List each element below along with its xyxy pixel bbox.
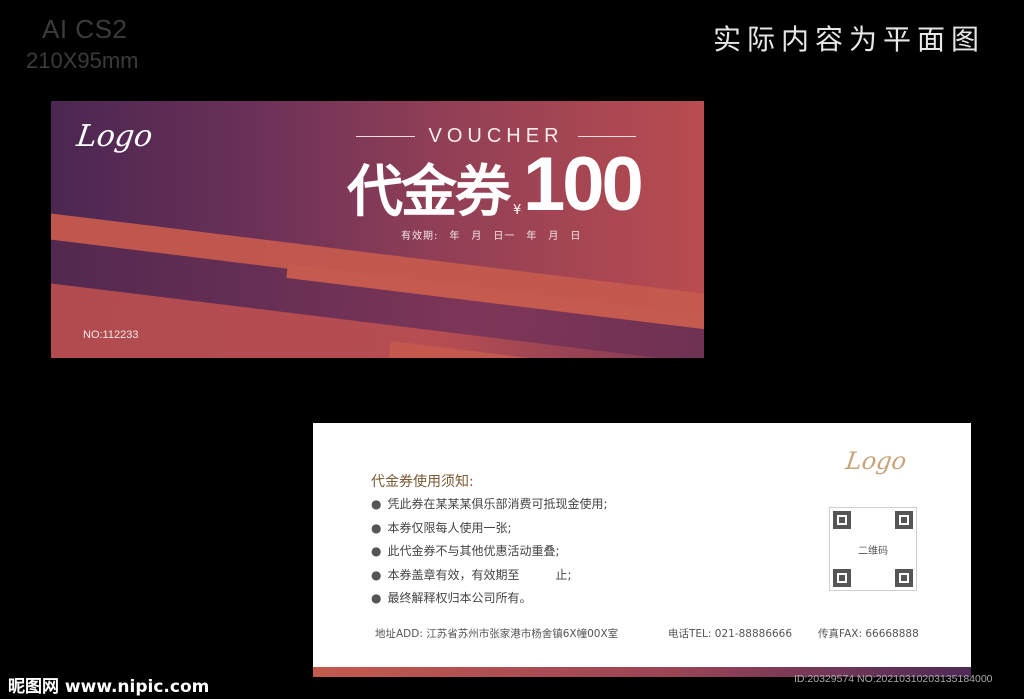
size-label: 210X95mm <box>26 48 139 73</box>
flat-design-note: 实际内容为平面图 <box>713 23 986 56</box>
qr-finder-icon <box>833 569 851 587</box>
qr-finder-icon <box>895 511 913 529</box>
watermark-id: ID:20329574 NO:20210310203135184000 <box>794 673 993 685</box>
phone: 电话TEL: 021-88886666 <box>668 628 793 640</box>
qr-finder-icon <box>895 569 913 587</box>
list-item: ● 本券盖章有效，有效期至 止; <box>371 564 608 588</box>
voucher-title: 代金券 <box>347 160 511 225</box>
voucher-front: Logo VOUCHER 代金券 ¥ 100 有效期: 年 月 日一 年 月 日… <box>51 101 704 358</box>
rule-text: 最终解释权归本公司所有。 <box>387 591 532 605</box>
validity-period: 有效期: 年 月 日一 年 月 日 <box>401 231 582 242</box>
back-logo: Logo <box>844 447 909 475</box>
bullet-icon: ● <box>371 497 382 511</box>
list-item: ● 凭此券在某某某俱乐部消费可抵现金使用; <box>371 493 608 517</box>
qr-finder-icon <box>833 511 851 529</box>
currency-symbol: ¥ <box>513 203 522 218</box>
watermark-site: 昵图网 www.nipic.com <box>8 677 210 697</box>
format-label: AI CS2 <box>42 14 128 44</box>
heading-rule-right <box>577 135 637 138</box>
bullet-icon: ● <box>371 520 382 535</box>
list-item: ● 本券仅限每人使用一张; <box>371 517 608 541</box>
address: 地址ADD: 江苏省苏州市张家港市杨舍镇6X幢00X室 <box>375 628 619 640</box>
list-item: ● 此代金券不与其他优惠活动重叠; <box>371 540 608 564</box>
qr-label: 二维码 <box>858 546 888 557</box>
qr-code-placeholder: 二维码 <box>829 507 917 591</box>
rule-text: 此代金券不与其他优惠活动重叠; <box>387 544 560 558</box>
front-logo: Logo <box>74 119 155 154</box>
fax: 传真FAX: 66668888 <box>818 628 919 640</box>
rules-list: ● 凭此券在某某某俱乐部消费可抵现金使用; ● 本券仅限每人使用一张; ● 此代金券不… <box>371 493 608 611</box>
voucher-amount: 100 <box>523 142 644 227</box>
list-item: ● 最终解释权归本公司所有。 <box>371 587 608 611</box>
heading-rule-left <box>356 135 415 138</box>
bullet-icon: ● <box>371 567 382 582</box>
bullet-icon: ● <box>371 591 382 605</box>
serial-number: NO:112233 <box>83 329 139 341</box>
rule-text: 本券仅限每人使用一张; <box>387 520 512 535</box>
rule-text: 凭此券在某某某俱乐部消费可抵现金使用; <box>387 497 608 511</box>
bullet-icon: ● <box>371 544 382 558</box>
rules-title: 代金券使用须知: <box>371 474 474 490</box>
voucher-back: Logo 代金券使用须知: ● 凭此券在某某某俱乐部消费可抵现金使用; ● 本券仅限… <box>313 423 971 677</box>
rule-text: 本券盖章有效，有效期至 止; <box>387 567 572 582</box>
